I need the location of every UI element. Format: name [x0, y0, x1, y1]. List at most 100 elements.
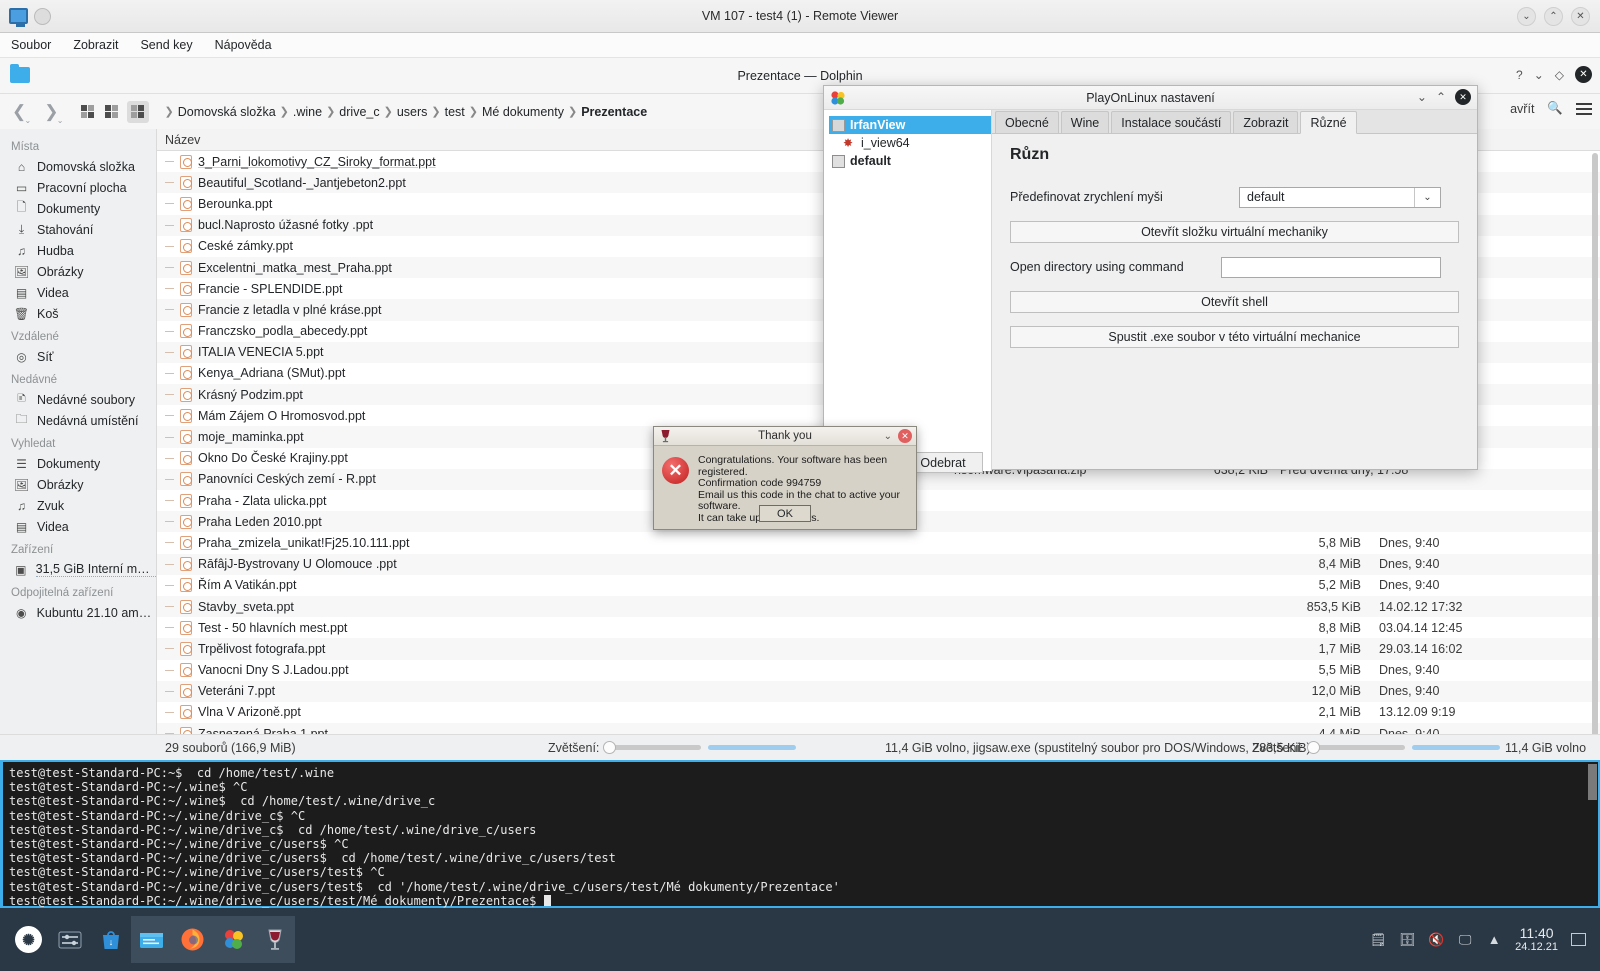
close-icon[interactable]: ✕ [1575, 66, 1592, 83]
file-name-cell[interactable]: Řím A Vatikán.ppt [157, 578, 1280, 593]
sidebar-item-recent-files[interactable]: 🗈 Nedávné soubory [0, 389, 156, 410]
power-icon[interactable] [34, 7, 51, 25]
archive-icon[interactable]: 🗄 [1399, 932, 1416, 948]
forward-button[interactable]: ❯ ⌄ [40, 102, 63, 125]
free-space-label-right: 11,4 GiB volno [1505, 740, 1587, 755]
volume-icon[interactable]: 🔇 [1428, 932, 1444, 948]
file-name-cell[interactable]: Vlna V Arizoně.ppt [157, 705, 1280, 720]
file-name-cell[interactable]: Zasnezená Praha 1.ppt [157, 726, 1280, 734]
minimize-icon[interactable]: ⌄ [1517, 7, 1536, 26]
view-compact-button[interactable] [102, 101, 124, 123]
table-row[interactable]: Vanocni Dny S J.Ladou.ppt 5,5 MiB Dnes, 9:… [157, 660, 1600, 681]
sidebar-item-search-pictures[interactable]: 🖼 Obrázky [0, 474, 156, 495]
tree-item-irfanview[interactable]: IrfanView [829, 116, 991, 134]
clipboard-icon[interactable]: 🗒 [1370, 932, 1387, 948]
tab-obecne[interactable]: Obecné [995, 111, 1059, 133]
minimize-icon[interactable]: ⌄ [1534, 68, 1544, 82]
show-hidden-icon[interactable]: ▲ [1486, 932, 1502, 948]
open-directory-command-input[interactable] [1221, 256, 1441, 278]
view-icons-button[interactable] [77, 101, 99, 123]
sidebar-item-home[interactable]: ⌂ Domovská složka [0, 156, 156, 177]
open-virtual-drive-folder-button[interactable]: Otevřít složku virtuální mechaniky [1010, 221, 1459, 243]
tab-zobrazit[interactable]: Zobrazit [1233, 111, 1299, 133]
playonlinux-button[interactable] [213, 916, 254, 963]
file-name-cell[interactable]: Veteráni 7.ppt [157, 684, 1280, 699]
menu-send-key[interactable]: Send key [129, 35, 203, 55]
show-desktop-icon[interactable] [1571, 933, 1586, 946]
sidebar-item-search-documents[interactable]: ☰ Dokumenty [0, 453, 156, 474]
sidebar-item-pictures[interactable]: 🖼 Obrázky [0, 261, 156, 282]
firefox-button[interactable] [172, 916, 213, 963]
tab-instalace-soucasti[interactable]: Instalace součástí [1111, 111, 1232, 133]
file-name-cell[interactable]: Vanocni Dny S J.Ladou.ppt [157, 663, 1280, 678]
kubuntu-menu-button[interactable]: ✺ [8, 916, 49, 963]
terminal-prompt[interactable]: test@test-Standard-PC:~/.wine/drive_c/us… [9, 894, 1592, 908]
sidebar-item-search-videos[interactable]: ▤ Videa [0, 516, 156, 537]
chevron-down-icon[interactable]: ⌄ [1414, 187, 1440, 207]
run-exe-button[interactable]: Spustit .exe soubor v této virtuální mec… [1010, 326, 1459, 348]
maximize-icon[interactable]: ⌃ [1436, 90, 1446, 104]
sidebar-item-internal-drive[interactable]: ▣ 31,5 GiB Interní mech... [0, 559, 156, 580]
breadcrumb-item-wine[interactable]: .wine [293, 105, 322, 119]
settings-button[interactable] [49, 916, 90, 963]
wine-prefix-icon [832, 154, 845, 168]
zoom-slider[interactable] [1307, 741, 1406, 754]
sidebar-item-network[interactable]: ◎ Síť [0, 346, 156, 367]
zoom-slider[interactable] [603, 741, 702, 754]
file-name-cell[interactable]: Trpělivost fotografa.ppt [157, 641, 1280, 656]
file-name-cell[interactable]: Stavby_sveta.ppt [157, 599, 1280, 614]
tree-item-default[interactable]: default [829, 152, 991, 170]
display-icon[interactable]: 🖵 [1457, 932, 1473, 948]
menu-soubor[interactable]: Soubor [0, 35, 62, 55]
file-name-cell[interactable]: Test - 50 hlavních mest.ppt [157, 620, 1280, 635]
playonlinux-prefix-tree[interactable]: IrfanView ✸ i_view64 default [824, 110, 992, 471]
tab-wine[interactable]: Wine [1060, 111, 1110, 133]
maximize-icon[interactable]: ⌃ [1544, 7, 1563, 26]
breadcrumb-item-home[interactable]: Domovská složka [178, 105, 276, 119]
ok-button[interactable]: OK [759, 505, 811, 522]
table-row[interactable]: Vlna V Arizoně.ppt 2,1 MiB 13.12.09 9:19 [157, 702, 1600, 723]
mouse-acceleration-select[interactable]: default ⌄ [1239, 186, 1441, 208]
breadcrumb-item-test[interactable]: test [445, 105, 465, 119]
clock[interactable]: 11:40 24.12.21 [1515, 926, 1558, 954]
terminal-window[interactable]: test@test-Standard-PC:~$ cd /home/test/.… [0, 760, 1600, 908]
help-icon[interactable]: ? [1516, 68, 1523, 82]
slider-knob[interactable] [603, 741, 617, 754]
view-details-button[interactable] [126, 100, 149, 123]
close-icon[interactable]: ✕ [1455, 89, 1471, 105]
file-name-cell[interactable]: RāfâjJ-Bystrovany U Olomouce .ppt [157, 557, 1280, 572]
menu-napoveda[interactable]: Nápověda [204, 35, 283, 55]
file-name-cell[interactable]: Praha_zmizela_unikat!Fj25.10.111.ppt [157, 535, 1280, 550]
wine-button[interactable] [254, 916, 295, 963]
sidebar-item-trash[interactable]: 🗑 Koš [0, 303, 156, 324]
tab-ruzne[interactable]: Různé [1300, 111, 1357, 134]
menu-zobrazit[interactable]: Zobrazit [62, 35, 129, 55]
back-button[interactable]: ❮ ⌄ [8, 102, 31, 125]
sidebar-item-search-audio[interactable]: ♫ Zvuk [0, 495, 156, 516]
table-row[interactable]: Zasnezená Praha 1.ppt 4,4 MiB Dnes, 9:40 [157, 723, 1600, 734]
tree-item-i-view64[interactable]: ✸ i_view64 [829, 134, 991, 152]
minimize-icon[interactable]: ⌄ [884, 431, 892, 442]
close-icon[interactable]: ✕ [1571, 7, 1590, 26]
close-icon[interactable]: ✕ [898, 429, 912, 443]
sidebar-item-kubuntu-disc[interactable]: ◉ Kubuntu 21.10 amd64 [0, 602, 156, 623]
sidebar-item-videos[interactable]: ▤ Videa [0, 282, 156, 303]
sidebar-item-desktop[interactable]: ▭ Pracovní plocha [0, 177, 156, 198]
sidebar-item-documents[interactable]: 🗋 Dokumenty [0, 198, 156, 219]
breadcrumb-item-prezentace[interactable]: Prezentace [581, 105, 647, 119]
maximize-icon[interactable]: ◇ [1555, 68, 1564, 82]
minimize-icon[interactable]: ⌄ [1417, 90, 1427, 104]
sidebar-item-recent-locations[interactable]: 🗀 Nedávná umístění [0, 410, 156, 431]
table-row[interactable]: Veteráni 7.ppt 12,0 MiB Dnes, 9:40 [157, 680, 1600, 702]
terminal-scrollbar[interactable] [1588, 764, 1597, 800]
file-manager-button[interactable] [131, 916, 172, 963]
sidebar-item-downloads[interactable]: ⤓ Stahování [0, 219, 156, 240]
open-shell-button[interactable]: Otevřít shell [1010, 291, 1459, 313]
sidebar-item-music[interactable]: ♫ Hudba [0, 240, 156, 261]
breadcrumb-item-drive-c[interactable]: drive_c [339, 105, 379, 119]
software-store-button[interactable]: ↓ [90, 916, 131, 963]
breadcrumb-item-documents[interactable]: Mé dokumenty [482, 105, 564, 119]
slider-knob[interactable] [1307, 741, 1321, 754]
powerpoint-file-icon [180, 472, 192, 487]
breadcrumb-item-users[interactable]: users [397, 105, 428, 119]
